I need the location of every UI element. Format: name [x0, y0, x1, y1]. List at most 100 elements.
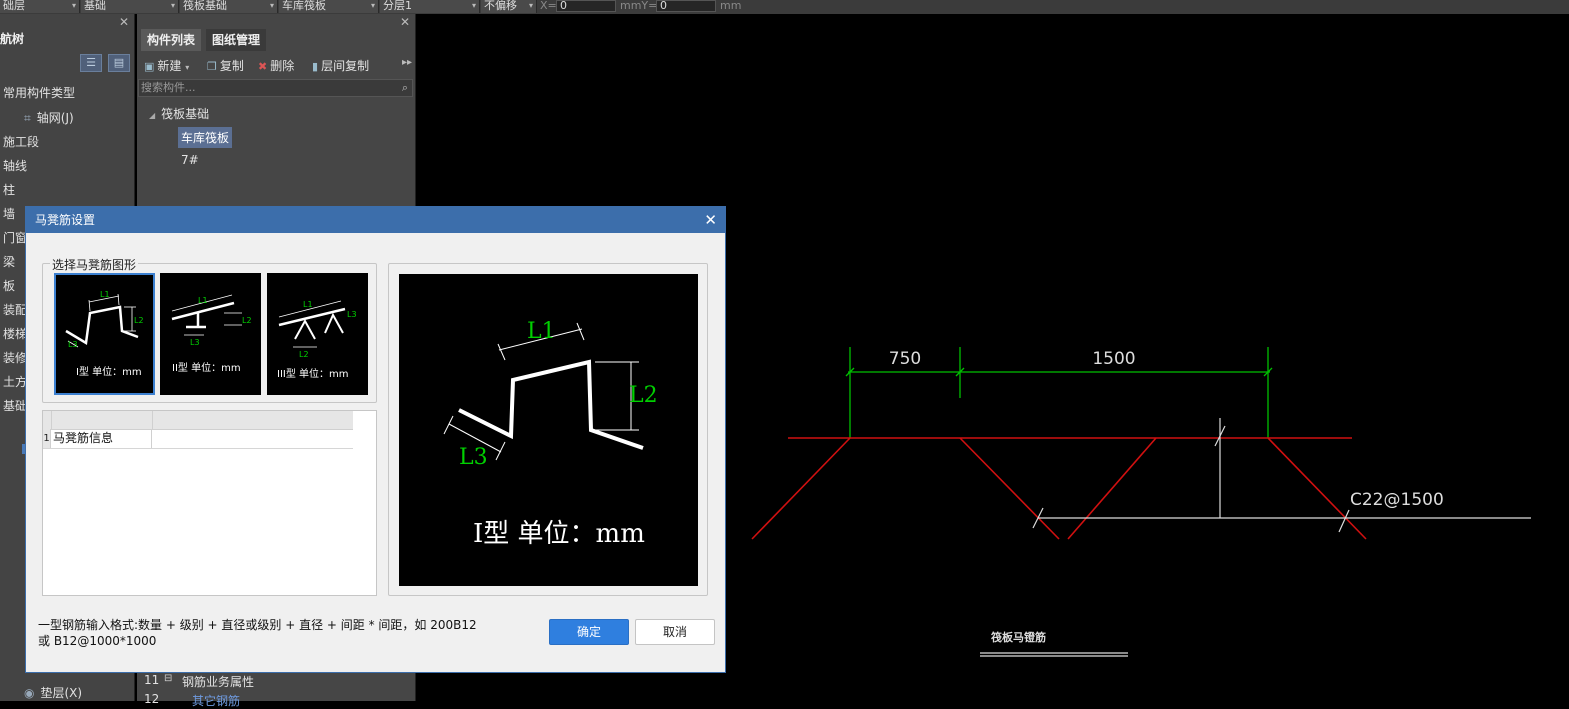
tree-node-garage-raft[interactable]: 车库筏板 — [178, 127, 233, 148]
nav-item-beam[interactable]: 梁 — [3, 253, 15, 270]
tree-node-label: 筏板基础 — [161, 107, 210, 121]
cancel-button[interactable]: 取消 — [635, 619, 715, 645]
list-view-icon[interactable]: ☰ — [80, 54, 102, 72]
shape-option-type-1[interactable]: L1 L2 L3 I型 单位：mm — [54, 273, 155, 395]
layer-select[interactable]: 分层1 ▾ — [380, 0, 480, 13]
dimension-label-left: 750 — [889, 349, 921, 369]
nav-item-stairs[interactable]: 楼梯 — [3, 325, 27, 342]
component-type-value: 筏板基础 — [183, 0, 227, 12]
tree-node-raft-foundation[interactable]: ◢ 筏板基础 — [149, 105, 209, 122]
offset-select[interactable]: 不偏移 ▾ — [481, 0, 537, 13]
shape-group-label: 选择马凳筋图形 — [50, 256, 139, 273]
mm-unit-label: mm — [720, 0, 742, 12]
property-row[interactable]: 11 ⊟ 钢筋业务属性 — [137, 673, 415, 689]
row-number: 1 — [43, 429, 51, 448]
row-number: 11 — [144, 673, 160, 687]
shape-caption: III型 单位：mm — [277, 367, 349, 380]
shape-label-l2: L2 — [134, 316, 144, 325]
search-icon[interactable]: ⌕ — [402, 80, 408, 96]
nav-item-wall[interactable]: 墙 — [3, 205, 15, 222]
drawing-title: 筏板马镫筋 — [991, 630, 1046, 644]
floor-copy-button[interactable]: ▮ 层间复制 — [312, 57, 369, 74]
table-row[interactable]: 1 马凳筋信息 — [43, 429, 353, 449]
preview-label-l3: L3 — [459, 445, 488, 470]
shape-label-l1: L1 — [100, 290, 110, 299]
row-label: 钢筋业务属性 — [182, 675, 255, 689]
close-icon[interactable]: ✕ — [704, 207, 717, 233]
close-icon[interactable]: ✕ — [400, 15, 410, 29]
shape-caption: I型 单位：mm — [76, 365, 142, 378]
more-icon[interactable]: ▸▸ — [402, 57, 412, 68]
collapse-icon[interactable]: ⊟ — [164, 673, 172, 684]
ok-button[interactable]: 确定 — [549, 619, 629, 645]
nav-item-foundation[interactable]: 基础 — [3, 397, 27, 414]
delete-icon: ✖ — [258, 60, 268, 73]
component-name-select[interactable]: 车库筏板 ▾ — [279, 0, 379, 13]
layer-icon: ◉ — [24, 686, 35, 700]
component-type-select[interactable]: 筏板基础 ▾ — [180, 0, 278, 13]
tab-component-list[interactable]: 构件列表 — [141, 29, 202, 51]
delete-button-label: 删除 — [270, 59, 295, 73]
nav-item-earthwork[interactable]: 土方 — [3, 373, 27, 390]
floor-copy-icon: ▮ — [312, 60, 319, 73]
type-1-preview-drawing: L1 L2 L3 I型 单位：mm — [443, 319, 658, 549]
nav-item-axis[interactable]: 轴线 — [3, 157, 27, 174]
floor-type-value: 基础 — [84, 0, 106, 12]
shape-label-l3: L3 — [347, 310, 357, 319]
chevron-down-icon: ▾ — [471, 1, 476, 10]
row-name: 马凳筋信息 — [53, 431, 114, 445]
shape-caption: II型 单位：mm — [172, 361, 241, 374]
tab-drawing-management[interactable]: 图纸管理 — [206, 29, 267, 51]
nav-item-cushion[interactable]: ◉ 垫层(X) — [24, 684, 82, 701]
tree-node-7[interactable]: 7# — [181, 153, 199, 167]
delete-button[interactable]: ✖ 删除 — [258, 57, 294, 74]
nav-item-column[interactable]: 柱 — [3, 181, 15, 198]
dialog-title-bar: 马凳筋设置 ✕ — [26, 207, 725, 233]
stool-rebar-dialog: 马凳筋设置 ✕ 选择马凳筋图形 L1 L2 L3 I型 单位：mm L1 L2 … — [25, 206, 726, 673]
new-button[interactable]: ▣ 新建 ▾ — [144, 57, 189, 74]
nav-item-decoration[interactable]: 装修 — [3, 349, 27, 366]
floor-type-select[interactable]: 基础 ▾ — [81, 0, 179, 13]
copy-button[interactable]: ❐ 复制 — [207, 57, 244, 74]
rebar-info-table: 1 马凳筋信息 — [42, 410, 377, 596]
top-toolbar: 础层 ▾ 基础 ▾ 筏板基础 ▾ 车库筏板 ▾ 分层1 ▾ 不偏移 ▾ X= 0 mmY= … — [0, 0, 1569, 14]
nav-item-slab[interactable]: 板 — [3, 277, 15, 294]
rebar-spec-label: C22@1500 — [1350, 490, 1444, 510]
chevron-down-icon: ▾ — [370, 1, 375, 10]
nav-item-grid[interactable]: ⌗ 轴网(J) — [24, 109, 74, 126]
component-name-value: 车库筏板 — [282, 0, 326, 12]
layer-value: 分层1 — [383, 0, 412, 12]
close-icon[interactable]: ✕ — [119, 15, 129, 29]
nav-item-common-types[interactable]: 常用构件类型 — [3, 84, 75, 101]
annotation-lines — [980, 418, 1531, 657]
shape-option-type-2[interactable]: L1 L2 L3 II型 单位：mm — [160, 273, 261, 395]
dialog-title: 马凳筋设置 — [35, 213, 96, 227]
x-input[interactable]: 0 — [556, 0, 616, 12]
chevron-down-icon: ▾ — [269, 1, 274, 10]
offset-value: 不偏移 — [484, 0, 517, 12]
preview-label-l2: L2 — [629, 383, 658, 408]
floor-select[interactable]: 础层 ▾ — [0, 0, 80, 13]
search-placeholder: 搜索构件... — [141, 81, 196, 94]
rebar-shape — [751, 437, 1367, 540]
shape-label-l3: L3 — [68, 340, 78, 349]
shape-label-l3: L3 — [190, 338, 200, 347]
nav-item-assembly[interactable]: 装配 — [3, 301, 27, 318]
column-divider — [151, 429, 152, 448]
floor-select-value: 础层 — [3, 0, 25, 12]
preview-label-l1: L1 — [527, 319, 556, 344]
y-input[interactable]: 0 — [656, 0, 716, 12]
x-label: X= — [540, 0, 557, 12]
type-3-shape-icon: L1 L3 L2 III型 单位：mm — [277, 300, 357, 380]
new-button-label: 新建 — [157, 59, 182, 73]
shape-option-type-3[interactable]: L1 L3 L2 III型 单位：mm — [267, 273, 368, 395]
shape-label-l1: L1 — [303, 300, 313, 309]
hint-line-1: 一型钢筋输入格式:数量 + 级别 + 直径或级别 + 直径 + 间距 * 间距，… — [38, 618, 477, 632]
nav-item-construction-section[interactable]: 施工段 — [3, 133, 39, 150]
copy-icon: ❐ — [207, 60, 217, 73]
search-input[interactable]: 搜索构件... ⌕ — [138, 79, 413, 97]
card-view-icon[interactable]: ▤ — [108, 54, 130, 72]
table-header — [43, 411, 353, 430]
property-row[interactable]: 12 其它钢筋 — [137, 692, 415, 708]
nav-item-door-window[interactable]: 门窗 — [3, 229, 27, 246]
